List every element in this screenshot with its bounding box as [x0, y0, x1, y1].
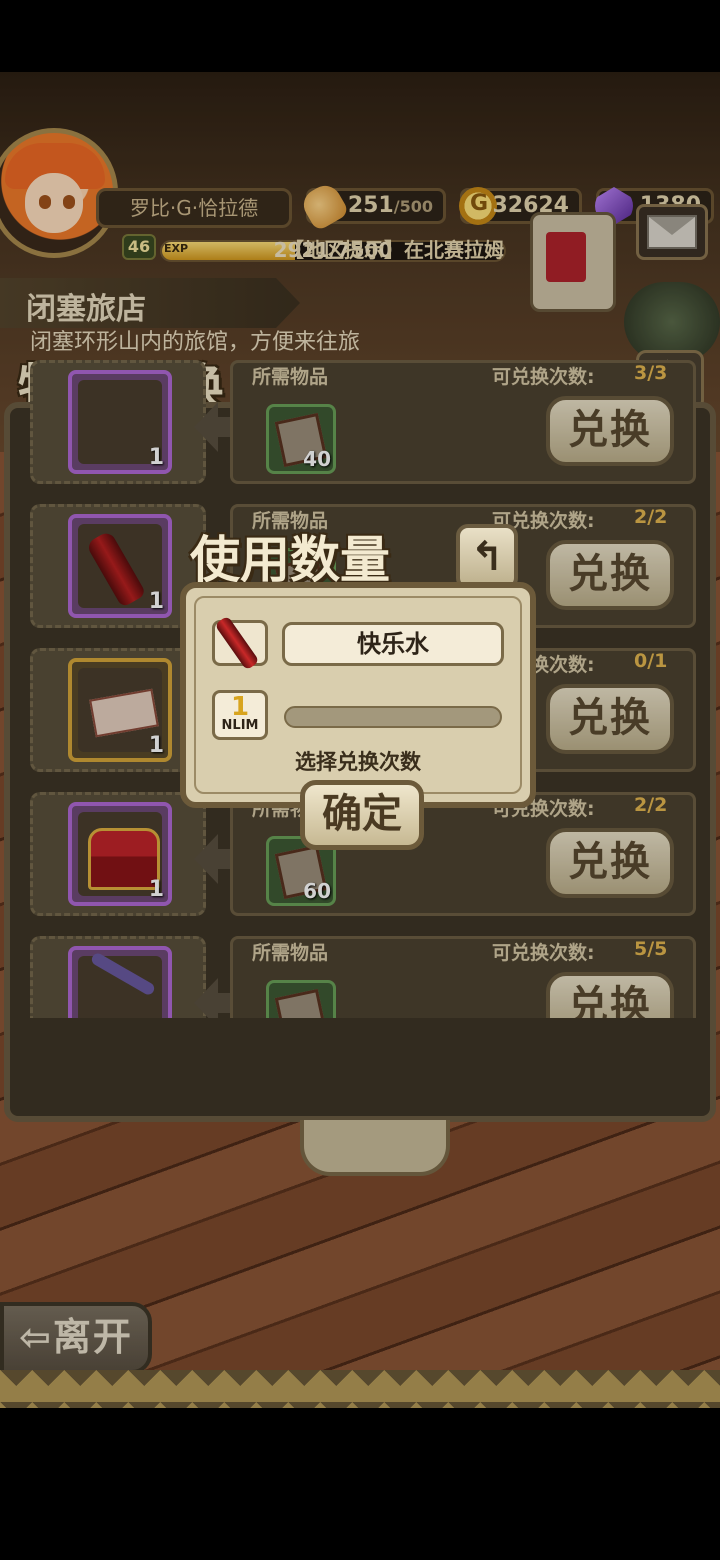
- quantity-unit: NLIM: [221, 718, 259, 733]
- quantity-display: 1 NLIM: [212, 690, 268, 740]
- return-arrow-icon: ↰: [470, 534, 504, 580]
- dialog-item-name: 快乐水: [282, 622, 504, 666]
- dialog-close-button[interactable]: ↰: [456, 524, 518, 590]
- cola-bottle-icon: [212, 620, 268, 666]
- dialog-hint: 选择兑换次数: [295, 750, 421, 774]
- confirm-button[interactable]: 确定: [300, 780, 424, 850]
- quantity-slider[interactable]: [284, 706, 502, 728]
- quantity-value: 1: [230, 692, 250, 722]
